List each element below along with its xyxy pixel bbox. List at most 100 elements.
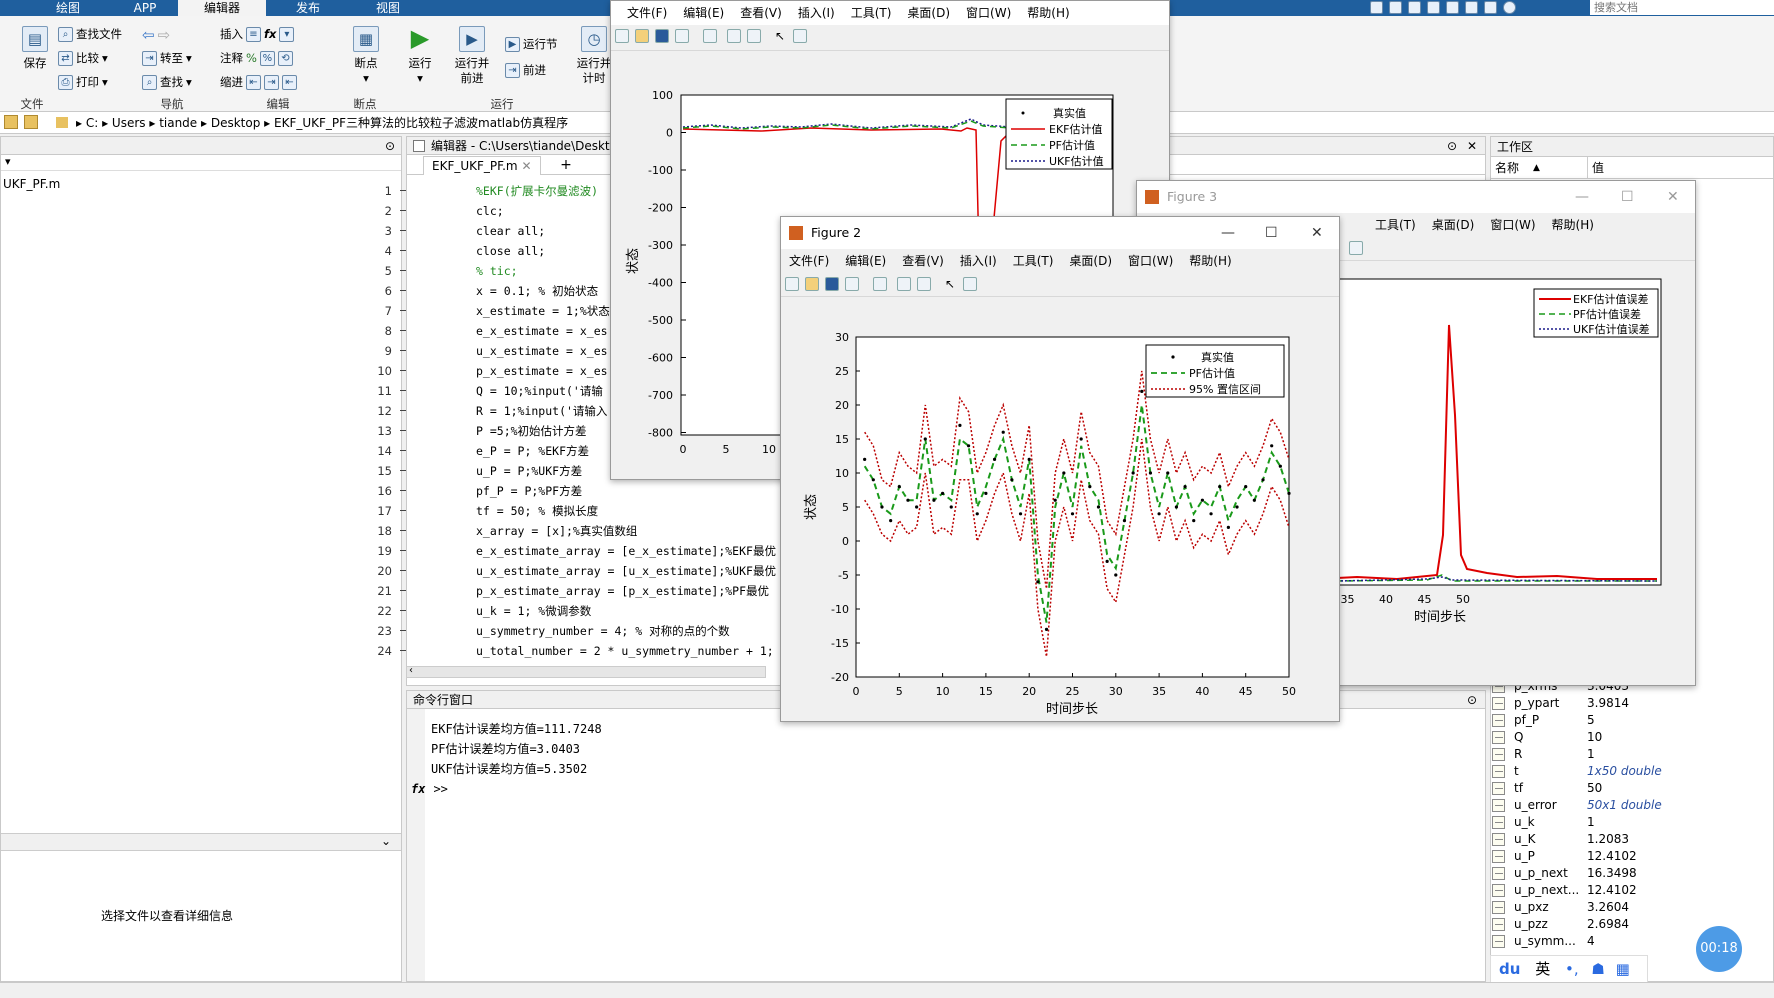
run-button[interactable]: ▶ 运行 ▾ xyxy=(400,26,440,86)
breakpoint-dash[interactable] xyxy=(400,430,406,431)
panel-menu-icon[interactable]: ⊙ xyxy=(1467,691,1477,709)
print-icon[interactable] xyxy=(845,277,859,291)
tab-view[interactable]: 视图 xyxy=(360,0,416,16)
code-line[interactable]: x_array = [x];%真实值数组 xyxy=(476,521,637,541)
code-line[interactable]: pf_P = P;%PF方差 xyxy=(476,481,582,501)
breakpoints-button[interactable]: ▦ 断点 ▾ xyxy=(346,26,386,86)
code-line[interactable]: e_x_estimate = x_es xyxy=(476,321,608,341)
minimize-icon[interactable]: — xyxy=(1575,181,1589,213)
forward-arrow-icon[interactable]: ⇨ xyxy=(158,26,171,44)
command-prompt[interactable]: >> xyxy=(433,782,447,796)
paste-icon[interactable] xyxy=(1427,1,1440,14)
code-line[interactable]: clc; xyxy=(476,201,504,221)
run-section-button[interactable]: ▶ 运行节 xyxy=(505,36,558,52)
code-line[interactable]: x_estimate = 1;%状态 xyxy=(476,301,610,321)
breakpoint-dash[interactable] xyxy=(400,330,406,331)
menu-help[interactable]: 帮助(H) xyxy=(1189,254,1231,268)
menu-view[interactable]: 查看(V) xyxy=(902,254,944,268)
code-line[interactable]: u_x_estimate_array = [u_x_estimate];%UKF… xyxy=(476,561,776,581)
ime-grid-icon[interactable]: ▦ xyxy=(1616,960,1630,978)
find-button[interactable]: ⌕ 查找 ▾ xyxy=(142,74,192,90)
pointer-icon[interactable]: ↖ xyxy=(775,29,789,43)
menu-desktop[interactable]: 桌面(D) xyxy=(907,6,950,20)
code-line[interactable]: P =5;%初始估计方差 xyxy=(476,421,587,441)
property-editor-icon[interactable] xyxy=(793,29,807,43)
maximize-icon[interactable]: ☐ xyxy=(1621,181,1634,213)
code-line[interactable]: close all; xyxy=(476,241,545,261)
breakpoint-dash[interactable] xyxy=(400,490,406,491)
code-line[interactable]: u_symmetry_number = 4; % 对称的点的个数 xyxy=(476,621,730,641)
breakpoint-dash[interactable] xyxy=(400,630,406,631)
comment-button[interactable]: 注释%% ⟲ xyxy=(220,50,293,66)
property-editor-icon[interactable] xyxy=(1349,241,1363,255)
up-folder-icon[interactable] xyxy=(24,115,38,129)
pointer-icon[interactable]: ↖ xyxy=(945,277,959,291)
undo-icon[interactable] xyxy=(1446,1,1459,14)
code-line[interactable]: e_P = P; %EKF方差 xyxy=(476,441,589,461)
percent-comment-icon[interactable]: % xyxy=(246,51,257,65)
breakpoint-dash[interactable] xyxy=(400,190,406,191)
workspace-row[interactable]: u_p_next... 12.4102 xyxy=(1492,882,1702,899)
menu-edit[interactable]: 编辑(E) xyxy=(845,254,886,268)
goto-button[interactable]: ⇥ 转至 ▾ xyxy=(142,50,192,66)
workspace-row[interactable]: u_k 1 xyxy=(1492,814,1702,831)
breakpoint-dash[interactable] xyxy=(400,370,406,371)
close-tab-icon[interactable]: ✕ xyxy=(521,159,531,173)
ime-punctuation-icon[interactable]: •, xyxy=(1565,960,1579,978)
help-icon[interactable] xyxy=(1503,1,1516,14)
new-figure-icon[interactable] xyxy=(615,29,629,43)
ime-logo-icon[interactable]: du xyxy=(1499,960,1520,978)
insert-button[interactable]: 插入 ≡ fx ▾ xyxy=(220,26,295,42)
uncomment-icon[interactable]: % xyxy=(259,50,275,66)
link-plot-icon[interactable] xyxy=(873,277,887,291)
breakpoint-dash[interactable] xyxy=(400,210,406,211)
breakpoint-dash[interactable] xyxy=(400,410,406,411)
search-documentation-input[interactable] xyxy=(1590,0,1774,15)
breadcrumb-desktop[interactable]: Desktop xyxy=(211,116,261,130)
open-icon[interactable] xyxy=(635,29,649,43)
panel-menu-icon[interactable]: ⊙ xyxy=(1447,137,1457,155)
menu-window[interactable]: 窗口(W) xyxy=(1128,254,1173,268)
breakpoint-dash[interactable] xyxy=(400,290,406,291)
save-button[interactable]: ▤ 保存 xyxy=(18,26,52,71)
save-icon[interactable] xyxy=(825,277,839,291)
menu-file[interactable]: 文件(F) xyxy=(789,254,829,268)
scroll-left-icon[interactable]: ‹ xyxy=(409,665,413,676)
close-icon[interactable]: ✕ xyxy=(1467,137,1477,155)
column-name[interactable]: 名称 xyxy=(1495,157,1519,179)
editor-horizontal-scrollbar[interactable]: ‹ xyxy=(406,665,766,678)
menu-file[interactable]: 文件(F) xyxy=(627,6,667,20)
code-line[interactable]: x = 0.1; % 初始状态 xyxy=(476,281,598,301)
workspace-row[interactable]: pf_P 5 xyxy=(1492,712,1702,729)
colorbar-icon[interactable] xyxy=(897,277,911,291)
breakpoint-dash[interactable] xyxy=(400,510,406,511)
menu-desktop[interactable]: 桌面(D) xyxy=(1069,254,1112,268)
breadcrumb-drive[interactable]: C: xyxy=(86,116,98,130)
increase-indent-icon[interactable]: ⇥ xyxy=(264,74,279,90)
recording-timer-badge[interactable]: 00:18 xyxy=(1696,926,1742,972)
workspace-row[interactable]: u_pxz 3.2604 xyxy=(1492,899,1702,916)
code-line[interactable]: u_k = 1; %微调参数 xyxy=(476,601,591,621)
menu-tools[interactable]: 工具(T) xyxy=(1013,254,1054,268)
save-icon[interactable] xyxy=(1370,1,1383,14)
workspace-row[interactable]: Q 10 xyxy=(1492,729,1702,746)
breakpoint-dash[interactable] xyxy=(400,650,406,651)
ime-language-icon[interactable]: 英 xyxy=(1535,960,1550,978)
breakpoint-dash[interactable] xyxy=(400,550,406,551)
breakpoint-dash[interactable] xyxy=(400,270,406,271)
workspace-row[interactable]: u_K 1.2083 xyxy=(1492,831,1702,848)
minimize-icon[interactable]: — xyxy=(1221,217,1235,249)
tab-publish[interactable]: 发布 xyxy=(280,0,336,16)
code-line[interactable]: tf = 50; % 模拟长度 xyxy=(476,501,598,521)
workspace-row[interactable]: p_ypart 3.9814 xyxy=(1492,695,1702,712)
copy-icon[interactable] xyxy=(1408,1,1421,14)
back-arrow-icon[interactable]: ⇦ xyxy=(142,26,155,44)
workspace-row[interactable]: R1 xyxy=(1492,746,1702,763)
code-line[interactable]: %EKF(扩展卡尔曼滤波) xyxy=(476,181,598,201)
menu-window[interactable]: 窗口(W) xyxy=(1490,218,1535,232)
breakpoint-dash[interactable] xyxy=(400,310,406,311)
switch-windows-icon[interactable] xyxy=(1484,1,1497,14)
details-panel-header[interactable]: ⌄ xyxy=(1,833,401,851)
code-line[interactable]: clear all; xyxy=(476,221,545,241)
column-value[interactable]: 值 xyxy=(1587,157,1604,179)
